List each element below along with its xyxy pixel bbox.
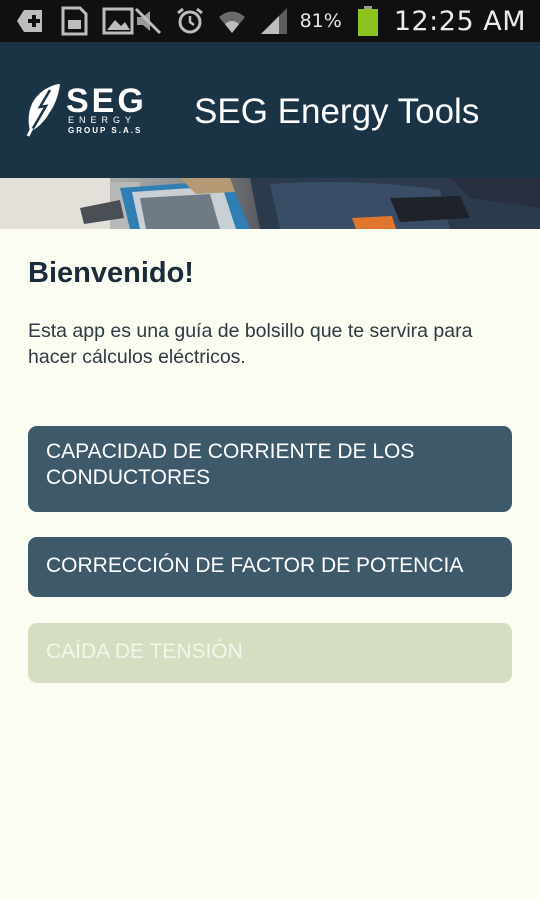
signal-icon xyxy=(258,6,290,36)
status-left-icons xyxy=(14,6,134,36)
capacidad-corriente-button[interactable]: CAPACIDAD DE CORRIENTE DE LOS CONDUCTORE… xyxy=(28,426,512,512)
correccion-factor-potencia-button[interactable]: CORRECCIÓN DE FACTOR DE POTENCIA xyxy=(28,537,512,597)
logo-subtitle-2: GROUP S.A.S xyxy=(68,126,143,135)
sd-card-icon xyxy=(58,6,90,36)
app-header: SEG ENERGY GROUP S.A.S SEG Energy Tools xyxy=(0,42,540,178)
clock-time: 12:25 AM xyxy=(393,5,526,37)
status-right-icons: 81% 12:25 AM xyxy=(132,5,526,37)
image-icon xyxy=(102,6,134,36)
status-bar: 81% 12:25 AM xyxy=(0,0,540,42)
button-label: CORRECCIÓN DE FACTOR DE POTENCIA xyxy=(46,554,464,577)
caida-tension-button[interactable]: CAÍDA DE TENSIÓN xyxy=(28,623,512,683)
welcome-heading: Bienvenido! xyxy=(28,257,194,289)
logo-subtitle: ENERGY xyxy=(68,115,137,125)
seg-logo: SEG ENERGY GROUP S.A.S xyxy=(22,82,146,138)
alarm-icon xyxy=(174,6,206,36)
plus-icon xyxy=(14,6,46,36)
button-label: CAPACIDAD DE CORRIENTE DE LOS CONDUCTORE… xyxy=(46,440,415,489)
wifi-icon xyxy=(216,6,248,36)
app-title: SEG Energy Tools xyxy=(194,92,480,131)
button-label: CAÍDA DE TENSIÓN xyxy=(46,640,243,663)
battery-icon xyxy=(352,6,384,36)
battery-percent: 81% xyxy=(299,10,342,32)
description-text: Esta app es una guía de bolsillo que te … xyxy=(28,320,473,368)
mute-icon xyxy=(132,6,164,36)
header-banner-image xyxy=(0,178,540,229)
leaf-bolt-icon xyxy=(26,84,60,137)
